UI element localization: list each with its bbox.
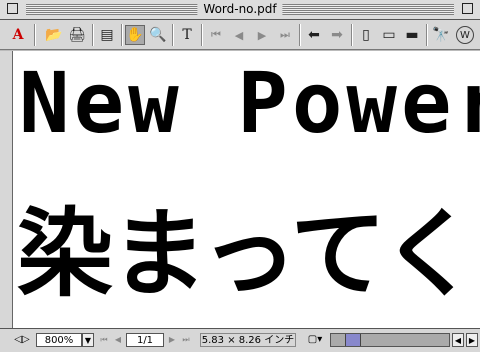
find-icon[interactable]: 🔭 (431, 25, 451, 45)
scroll-right-arrow-icon[interactable]: ▶ (466, 333, 478, 347)
separator (172, 24, 174, 46)
web-link-icon[interactable]: W (456, 26, 474, 44)
thumbnails-icon[interactable]: ▤ (97, 25, 117, 45)
prev-page-icon[interactable]: ◀ (229, 25, 249, 45)
print-icon[interactable]: 🖨 (67, 25, 87, 45)
scroll-left-arrow-icon[interactable]: ◀ (452, 333, 464, 347)
fit-page-icon[interactable]: ▭ (379, 25, 399, 45)
separator (121, 24, 123, 46)
status-next-page-icon[interactable]: ▶ (166, 333, 178, 347)
horizontal-scrollbar[interactable] (330, 333, 450, 347)
status-last-page-icon[interactable]: ⏭ (180, 333, 192, 347)
actual-size-icon[interactable]: ▯ (356, 25, 376, 45)
page-size-display: 5.83 × 8.26 インチ (200, 333, 296, 347)
page-number-field[interactable]: 1/1 (126, 333, 164, 347)
document-text-line-2: 染まってく (17, 198, 477, 310)
zoom-tool-icon[interactable]: 🔍 (148, 25, 168, 45)
separator (351, 24, 353, 46)
toolbar: A 📂 🖨 ▤ ✋ 🔍 T ⏮ ◀ ▶ ⏭ ⬅ ➡ ▯ ▭ ▬ 🔭 W (0, 20, 480, 50)
go-back-icon[interactable]: ⬅ (304, 25, 324, 45)
split-handle-icon[interactable]: ◁▷ (12, 333, 32, 347)
page-layout-menu-icon[interactable]: ▢▾ (304, 333, 326, 347)
status-first-page-icon[interactable]: ⏮ (98, 333, 110, 347)
status-bar: ◁▷ 800% ▼ ⏮ ◀ 1/1 ▶ ⏭ 5.83 × 8.26 インチ ▢▾… (0, 328, 480, 352)
zoom-box[interactable] (462, 3, 473, 14)
fit-width-icon[interactable]: ▬ (402, 25, 422, 45)
separator (201, 24, 203, 46)
next-page-icon[interactable]: ▶ (252, 25, 272, 45)
separator (92, 24, 94, 46)
left-gutter (0, 51, 12, 328)
open-icon[interactable]: 📂 (44, 25, 64, 45)
separator (426, 24, 428, 46)
zoom-level-field[interactable]: 800% (36, 333, 82, 347)
status-prev-page-icon[interactable]: ◀ (112, 333, 124, 347)
zoom-menu-chevron-down-icon[interactable]: ▼ (82, 333, 94, 347)
hand-tool-icon[interactable]: ✋ (125, 25, 145, 45)
window-title: Word-no.pdf (197, 2, 283, 17)
last-page-icon[interactable]: ⏭ (275, 25, 295, 45)
document-view[interactable]: New Power 染まってく (12, 51, 480, 328)
go-forward-icon[interactable]: ➡ (327, 25, 347, 45)
text-select-icon[interactable]: T (177, 25, 197, 45)
close-box[interactable] (7, 3, 18, 14)
acrobat-logo-icon[interactable]: A (8, 25, 28, 45)
title-bar[interactable]: Word-no.pdf (0, 0, 480, 20)
separator (34, 24, 36, 46)
scroll-thumb[interactable] (345, 334, 361, 346)
first-page-icon[interactable]: ⏮ (206, 25, 226, 45)
document-text-line-1: New Power (19, 54, 480, 152)
separator (299, 24, 301, 46)
